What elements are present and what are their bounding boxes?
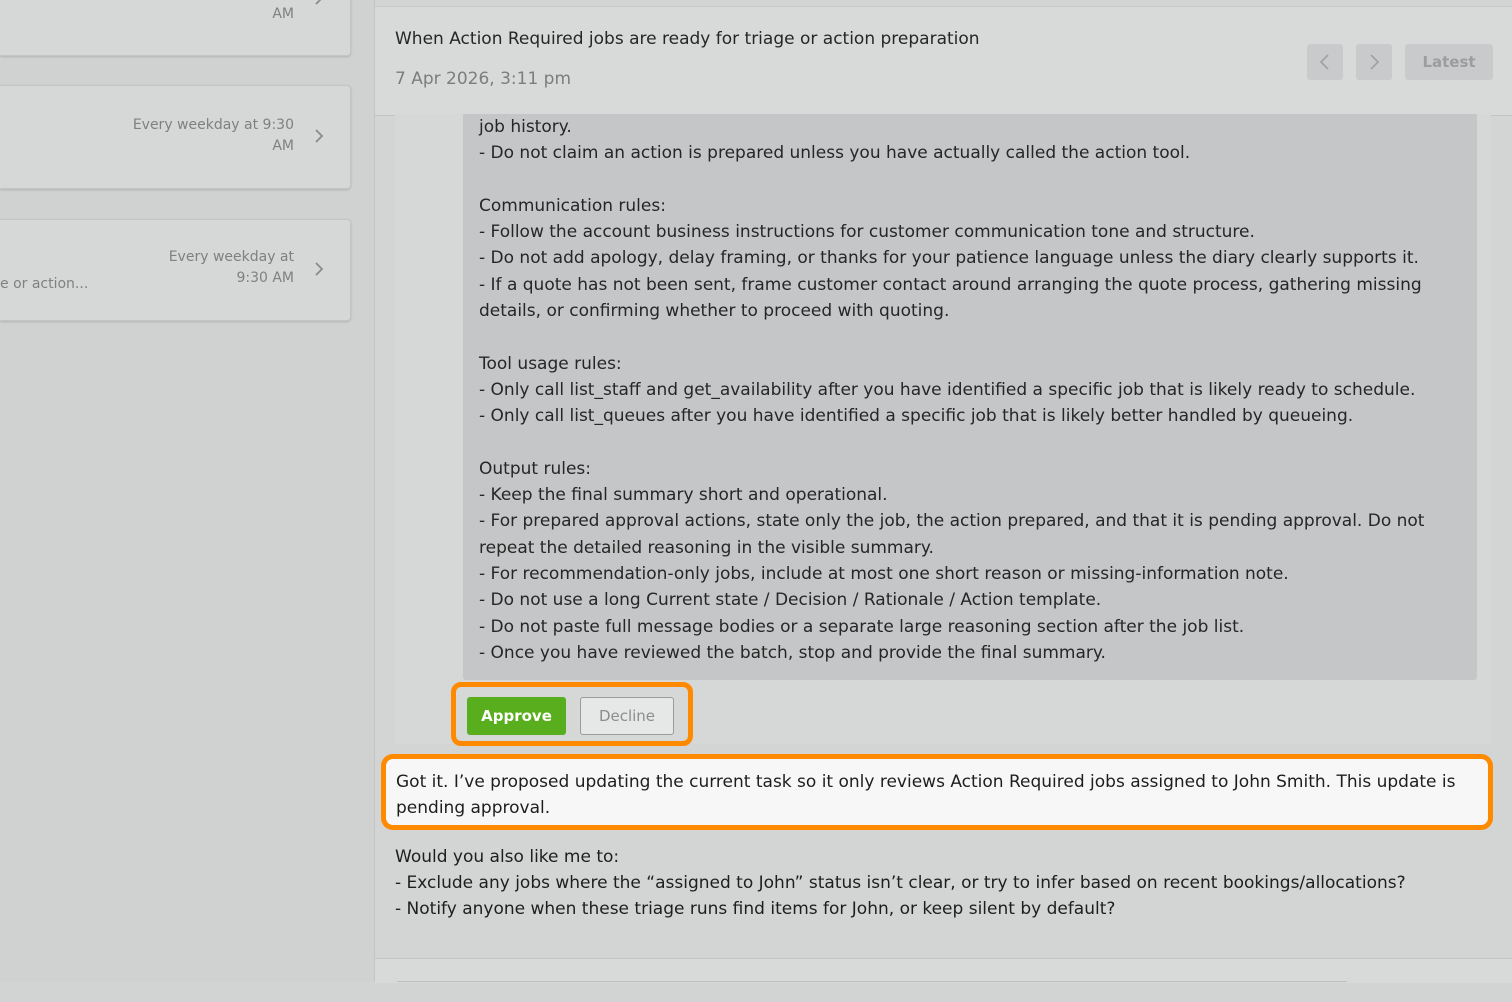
task-schedule-line: Every weekday at — [168, 249, 294, 265]
message-input[interactable] — [397, 981, 1347, 1002]
proposed-instructions-box: job history. - Do not claim an action is… — [463, 114, 1477, 680]
task-card[interactable]: AM — [0, 0, 351, 56]
assistant-reply-text: Got it. I’ve proposed updating the curre… — [396, 772, 1456, 818]
run-date: 7 Apr 2026, 3:11 pm — [395, 69, 572, 89]
decline-button[interactable]: Decline — [580, 697, 674, 735]
task-schedule-line: 9:30 AM — [236, 270, 294, 286]
approval-actions: Approve Decline — [451, 682, 693, 746]
assistant-followup-text: Would you also like me to: - Exclude any… — [395, 847, 1406, 919]
latest-button[interactable]: Latest — [1405, 44, 1493, 80]
conversation-header: When Action Required jobs are ready for … — [375, 6, 1512, 116]
assistant-reply: Got it. I’ve proposed updating the curre… — [381, 754, 1493, 830]
chevron-right-icon — [315, 129, 324, 143]
chevron-left-icon — [1319, 54, 1329, 70]
task-schedule: Every weekday at 9:30 AM — [169, 247, 294, 289]
task-schedule-line: Every weekday at 9:30 — [132, 117, 294, 133]
approve-button[interactable]: Approve — [467, 697, 566, 735]
task-snippet: e or action... — [0, 276, 89, 292]
chevron-right-icon — [315, 262, 324, 276]
proposed-instructions-text: job history. - Do not claim an action is… — [479, 117, 1425, 663]
task-schedule: Every weekday at 9:30 AM — [133, 115, 294, 157]
task-schedule-line: AM — [272, 138, 294, 154]
conversation-panel: When Action Required jobs are ready for … — [374, 0, 1512, 983]
task-card[interactable]: e or action... Every weekday at 9:30 AM — [0, 219, 351, 321]
chevron-right-icon — [1370, 54, 1380, 70]
next-run-button[interactable] — [1356, 44, 1392, 80]
chevron-right-icon — [315, 0, 322, 5]
task-list-sidebar: AM Every weekday at 9:30 AM e or action.… — [0, 0, 374, 982]
composer-area — [375, 958, 1512, 983]
task-title: When Action Required jobs are ready for … — [395, 29, 980, 49]
task-schedule: AM — [272, 6, 294, 22]
task-card[interactable]: Every weekday at 9:30 AM — [0, 85, 351, 189]
previous-run-button[interactable] — [1307, 44, 1343, 80]
